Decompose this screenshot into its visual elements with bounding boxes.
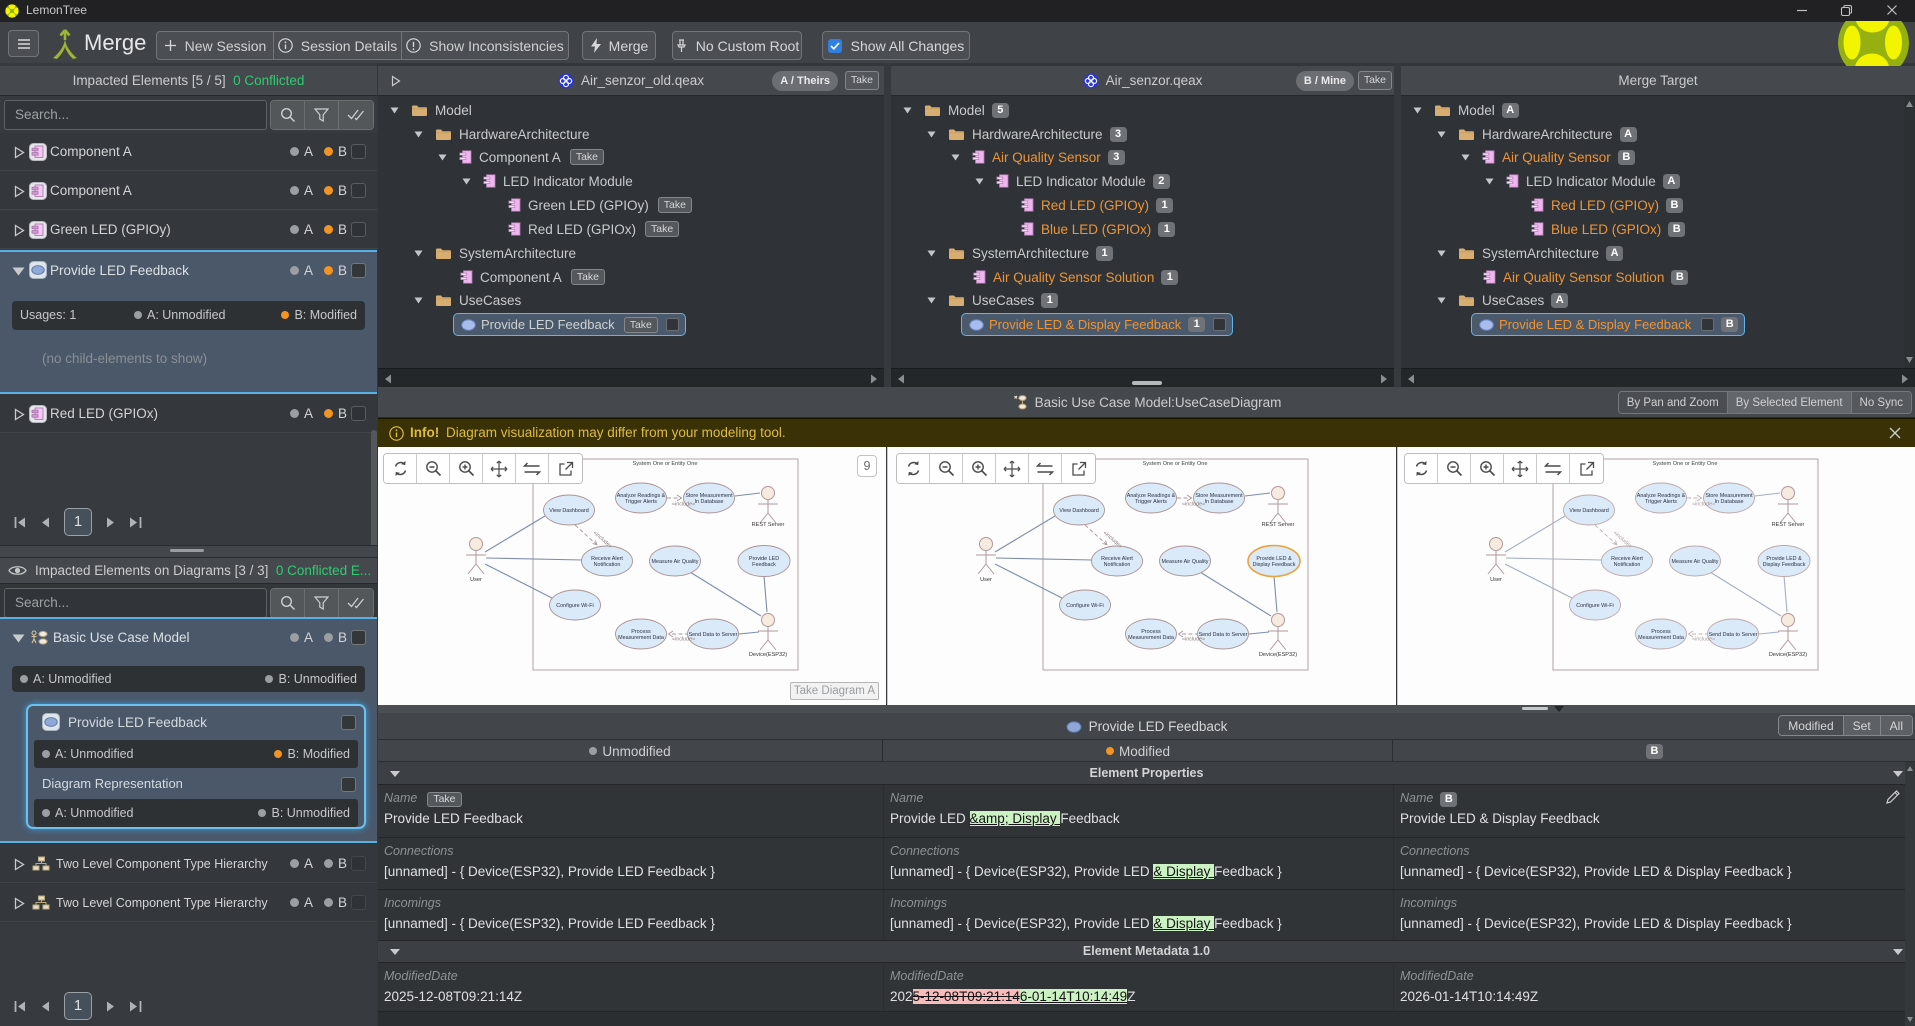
svg-text:Store Measurement: Store Measurement (685, 493, 733, 499)
svg-text:System One or Entity One: System One or Entity One (1653, 461, 1718, 467)
svg-text:Store Measurement: Store Measurement (1195, 493, 1243, 499)
svg-text:In Database: In Database (694, 499, 723, 505)
svg-text:Trigger Alerts: Trigger Alerts (1645, 499, 1677, 505)
svg-text:«include»: «include» (672, 502, 695, 508)
svg-text:Analyze Readings &: Analyze Readings & (617, 493, 666, 499)
svg-text:Trigger Alerts: Trigger Alerts (1135, 499, 1167, 505)
svg-text:Receive Alert: Receive Alert (591, 556, 623, 562)
svg-text:Receive Alert: Receive Alert (1611, 556, 1643, 562)
svg-text:Display Feedback: Display Feedback (1253, 562, 1296, 568)
svg-text:Process: Process (1651, 629, 1671, 635)
svg-text:Notification: Notification (1104, 562, 1131, 568)
svg-text:System One or Entity One: System One or Entity One (633, 461, 698, 467)
svg-text:Device(ESP32): Device(ESP32) (1769, 652, 1807, 658)
svg-text:System One or Entity One: System One or Entity One (1143, 461, 1208, 467)
svg-text:View Dashboard: View Dashboard (549, 508, 588, 514)
svg-text:Provide LED: Provide LED (749, 556, 779, 562)
svg-text:User: User (470, 577, 482, 583)
svg-text:«include»: «include» (1692, 637, 1715, 643)
svg-text:REST Server: REST Server (752, 522, 785, 528)
svg-text:Display Feedback: Display Feedback (1763, 562, 1806, 568)
svg-text:Configure Wi-Fi: Configure Wi-Fi (1576, 603, 1613, 609)
svg-text:View Dashboard: View Dashboard (1569, 508, 1608, 514)
svg-text:User: User (980, 577, 992, 583)
svg-text:«include»: «include» (1182, 502, 1205, 508)
svg-text:Configure Wi-Fi: Configure Wi-Fi (1066, 603, 1103, 609)
svg-text:Provide LED &: Provide LED & (1766, 556, 1802, 562)
svg-text:Process: Process (1141, 629, 1161, 635)
svg-text:Feedback: Feedback (752, 562, 776, 568)
svg-text:Send Data to Server: Send Data to Server (1199, 632, 1248, 638)
svg-text:In Database: In Database (1714, 499, 1743, 505)
svg-text:«include»: «include» (672, 637, 695, 643)
svg-text:Process: Process (631, 629, 651, 635)
svg-text:Analyze Readings &: Analyze Readings & (1637, 493, 1686, 499)
svg-text:Send Data to Server: Send Data to Server (689, 632, 738, 638)
svg-text:Measure Air Quality: Measure Air Quality (1161, 559, 1208, 565)
svg-text:Send Data to Server: Send Data to Server (1709, 632, 1758, 638)
svg-text:REST Server: REST Server (1262, 522, 1295, 528)
svg-text:Measure Air Quality: Measure Air Quality (651, 559, 698, 565)
svg-text:Store Measurement: Store Measurement (1705, 493, 1753, 499)
svg-text:View Dashboard: View Dashboard (1059, 508, 1098, 514)
svg-text:Measurement Data: Measurement Data (1638, 635, 1684, 641)
svg-text:Configure Wi-Fi: Configure Wi-Fi (556, 603, 593, 609)
svg-text:Device(ESP32): Device(ESP32) (1259, 652, 1297, 658)
svg-text:User: User (1490, 577, 1502, 583)
svg-text:Notification: Notification (594, 562, 621, 568)
svg-text:«include»: «include» (1692, 502, 1715, 508)
svg-text:Measurement Data: Measurement Data (618, 635, 664, 641)
svg-text:In Database: In Database (1204, 499, 1233, 505)
svg-text:Receive Alert: Receive Alert (1101, 556, 1133, 562)
svg-text:Measure Air Quality: Measure Air Quality (1671, 559, 1718, 565)
svg-text:Notification: Notification (1614, 562, 1641, 568)
svg-text:REST Server: REST Server (1772, 522, 1805, 528)
svg-text:Measurement Data: Measurement Data (1128, 635, 1174, 641)
svg-text:Trigger Alerts: Trigger Alerts (625, 499, 657, 505)
svg-text:«include»: «include» (1182, 637, 1205, 643)
svg-text:Device(ESP32): Device(ESP32) (749, 652, 787, 658)
svg-text:Analyze Readings &: Analyze Readings & (1127, 493, 1176, 499)
svg-text:Provide LED &: Provide LED & (1256, 556, 1292, 562)
